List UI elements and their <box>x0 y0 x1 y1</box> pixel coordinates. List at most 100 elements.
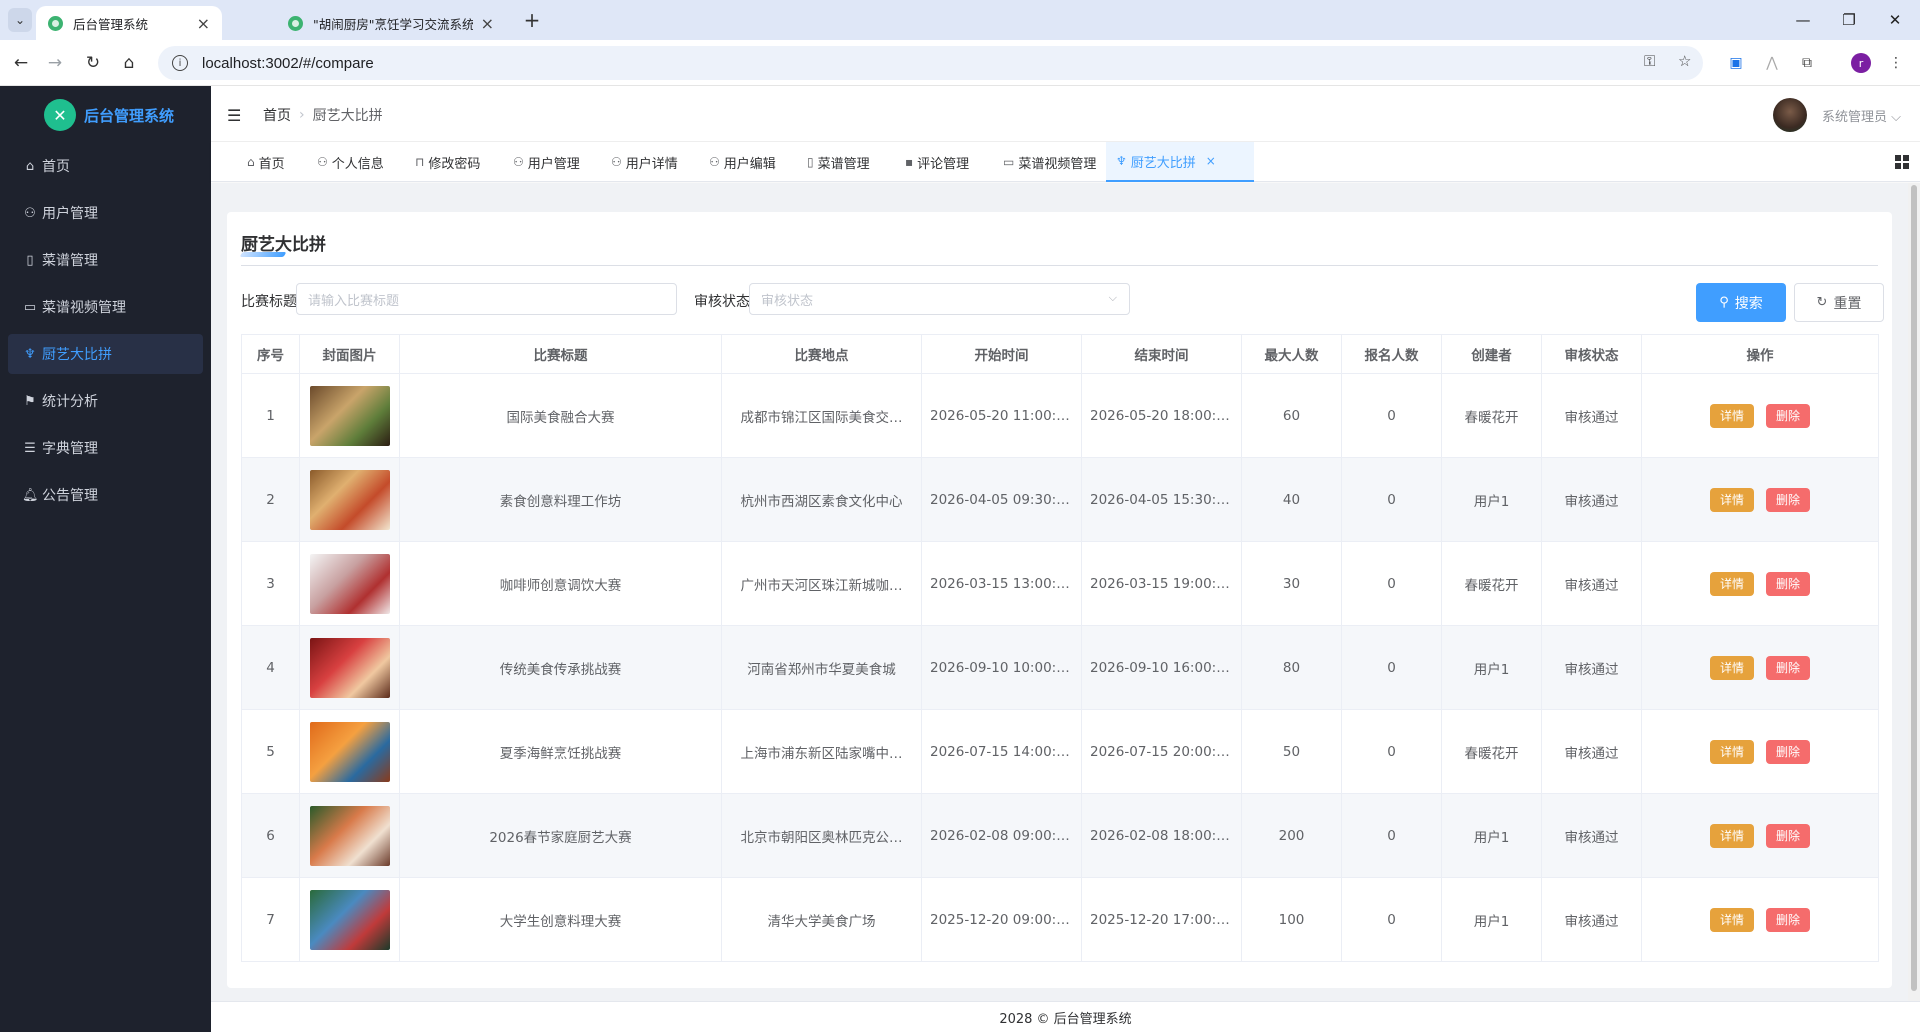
menu-toggle-icon[interactable]: ☰ <box>227 106 241 125</box>
browser-tab-active[interactable]: 后台管理系统 × <box>36 6 222 40</box>
page-scrollbar[interactable] <box>1908 183 1920 1001</box>
column-header: 比赛标题 <box>399 334 722 374</box>
trophy-icon: ♆ <box>1116 154 1127 168</box>
sidebar-item-cooking-contest[interactable]: ♆ 厨艺大比拼 <box>8 334 203 374</box>
app-header: ☰ 首页 › 厨艺大比拼 系统管理员 ⌵ <box>211 86 1920 142</box>
browser-menu-icon[interactable]: ⋮ <box>1886 53 1906 73</box>
detail-button[interactable]: 详情 <box>1709 739 1754 764</box>
tag-recipe-management[interactable]: ▯ 菜谱管理 <box>797 142 880 182</box>
table-row: 1 国际美食融合大赛 成都市锦江区国际美食交… 2026-05-20 11:00:00… <box>241 373 1879 458</box>
tag-user-management[interactable]: ⚇ 用户管理 <box>503 142 590 182</box>
video-icon: ▭ <box>1003 155 1015 169</box>
extension-a-icon[interactable]: ⋀ <box>1762 53 1782 73</box>
tag-user-detail[interactable]: ⚇ 用户详情 <box>601 142 688 182</box>
title-divider <box>241 265 1878 266</box>
sidebar-item-recipe-videos[interactable]: ▭ 菜谱视频管理 <box>8 287 203 327</box>
search-button[interactable]: ⚲ 搜索 <box>1696 283 1786 322</box>
browser-tab-2[interactable]: "胡闹厨房"烹饪学习交流系统 × <box>276 6 506 40</box>
comment-icon: ▪ <box>905 155 914 169</box>
sidebar-item-recipes[interactable]: ▯ 菜谱管理 <box>8 240 203 280</box>
bookmark-star-icon[interactable]: ☆ <box>1678 52 1691 70</box>
sidebar-item-label: 厨艺大比拼 <box>42 347 112 363</box>
close-tab-icon[interactable]: × <box>481 14 494 33</box>
column-header: 操作 <box>1641 334 1879 374</box>
cover-image[interactable] <box>309 889 390 950</box>
tag-user-edit[interactable]: ⚇ 用户编辑 <box>699 142 786 182</box>
tag-profile[interactable]: ⚇ 个人信息 <box>307 142 394 182</box>
delete-button[interactable]: 删除 <box>1766 571 1811 596</box>
back-icon[interactable]: ← <box>8 50 34 76</box>
delete-button[interactable]: 删除 <box>1766 739 1811 764</box>
column-header: 开始时间 <box>921 334 1082 374</box>
restore-window-button[interactable]: ❐ <box>1826 0 1872 40</box>
close-tab-icon[interactable]: × <box>197 14 210 33</box>
cell-actions: 详情 删除 <box>1641 457 1879 542</box>
forward-icon[interactable]: → <box>42 50 68 76</box>
tag-home[interactable]: ⌂ 首页 <box>237 142 295 182</box>
scrollbar-thumb[interactable] <box>1911 185 1917 991</box>
tag-label: 修改密码 <box>428 156 481 172</box>
app-logo[interactable]: ✕ 后台管理系统 <box>0 86 211 144</box>
cell-enrolled: 0 <box>1341 373 1442 458</box>
cell-location: 清华大学美食广场 <box>721 877 922 962</box>
delete-button[interactable]: 删除 <box>1766 655 1811 680</box>
reload-icon[interactable]: ↻ <box>80 50 106 76</box>
sidebar-item-notices[interactable]: 🔔︎ 公告管理 <box>8 475 203 515</box>
extension-translate-icon[interactable]: ▣ <box>1726 53 1746 73</box>
extensions-puzzle-icon[interactable]: ⧉ <box>1797 53 1817 73</box>
breadcrumb-home[interactable]: 首页 <box>263 105 291 125</box>
status-select-placeholder: 审核状态 <box>761 293 814 309</box>
delete-button[interactable]: 删除 <box>1766 487 1811 512</box>
detail-button[interactable]: 详情 <box>1709 823 1754 848</box>
user-icon: ⚇ <box>513 155 524 169</box>
detail-button[interactable]: 详情 <box>1709 655 1754 680</box>
grid-menu-icon[interactable] <box>1895 155 1909 169</box>
site-info-icon[interactable]: i <box>172 55 188 71</box>
sidebar-item-users[interactable]: ⚇ 用户管理 <box>8 193 203 233</box>
avatar[interactable] <box>1773 98 1807 132</box>
close-window-button[interactable]: ✕ <box>1872 0 1918 40</box>
sidebar-item-dictionary[interactable]: ☰ 字典管理 <box>8 428 203 468</box>
table-row: 6 2026春节家庭厨艺大赛 北京市朝阳区奥林匹克公… 2026-02-08 09:0… <box>241 793 1879 878</box>
delete-button[interactable]: 删除 <box>1766 823 1811 848</box>
cell-location: 河南省郑州市华夏美食城 <box>721 625 922 710</box>
detail-button[interactable]: 详情 <box>1709 907 1754 932</box>
user-dropdown[interactable]: 系统管理员 ⌵ <box>1822 106 1901 125</box>
sidebar-item-statistics[interactable]: ⚑ 统计分析 <box>8 381 203 421</box>
sidebar-item-home[interactable]: ⌂ 首页 <box>8 146 203 186</box>
tab-search-dropdown[interactable]: ⌄ <box>8 8 32 32</box>
tag-change-password[interactable]: ⊓ 修改密码 <box>405 142 490 182</box>
cover-image[interactable] <box>309 469 390 530</box>
detail-button[interactable]: 详情 <box>1709 571 1754 596</box>
reset-button[interactable]: ↻ 重置 <box>1794 283 1884 322</box>
detail-button[interactable]: 详情 <box>1709 487 1754 512</box>
cell-start: 2026-09-10 10:00:00 <box>921 625 1082 710</box>
password-key-icon[interactable]: ⚿ <box>1644 52 1655 70</box>
tag-label: 菜谱管理 <box>817 156 870 172</box>
detail-button[interactable]: 详情 <box>1709 403 1754 428</box>
new-tab-button[interactable]: + <box>520 8 544 32</box>
cover-image[interactable] <box>309 553 390 614</box>
cell-status: 审核通过 <box>1541 625 1642 710</box>
table-row: 5 夏季海鲜烹饪挑战赛 上海市浦东新区陆家嘴中… 2026-07-15 14:00:0… <box>241 709 1879 794</box>
minimize-window-button[interactable]: — <box>1780 0 1826 40</box>
chevron-down-icon: ⌵ <box>1891 110 1902 125</box>
cover-image[interactable] <box>309 805 390 866</box>
cover-image[interactable] <box>309 637 390 698</box>
status-select[interactable]: 审核状态 ⌵ <box>749 283 1130 315</box>
contest-title-placeholder: 请输入比赛标题 <box>308 293 400 309</box>
home-icon[interactable]: ⌂ <box>116 50 142 76</box>
cover-image[interactable] <box>309 385 390 446</box>
tag-comment-management[interactable]: ▪ 评论管理 <box>895 142 979 182</box>
cover-image[interactable] <box>309 721 390 782</box>
delete-button[interactable]: 删除 <box>1766 403 1811 428</box>
contest-title-input[interactable]: 请输入比赛标题 <box>296 283 677 315</box>
tag-label: 首页 <box>258 156 285 172</box>
cell-end: 2026-05-20 18:00:00 <box>1081 373 1242 458</box>
address-bar[interactable]: i localhost:3002/#/compare <box>158 46 1703 80</box>
tag-recipe-video-management[interactable]: ▭ 菜谱视频管理 <box>993 142 1106 182</box>
delete-button[interactable]: 删除 <box>1766 907 1811 932</box>
profile-avatar[interactable]: r <box>1851 53 1871 73</box>
close-tag-icon[interactable]: × <box>1206 154 1216 168</box>
tag-cooking-contest[interactable]: ♆ 厨艺大比拼 × <box>1106 142 1254 182</box>
